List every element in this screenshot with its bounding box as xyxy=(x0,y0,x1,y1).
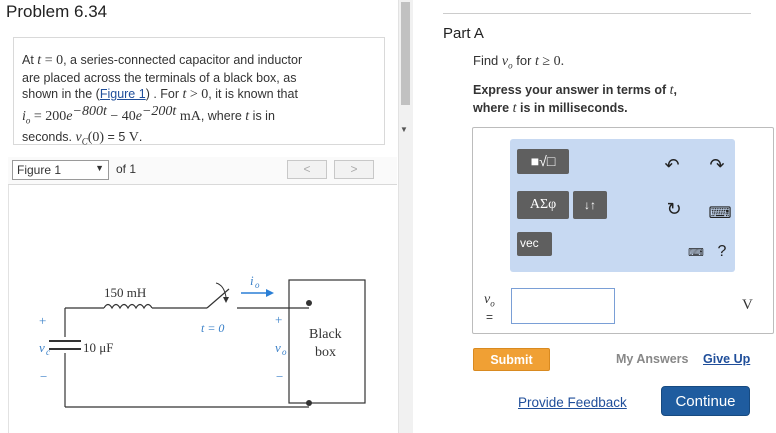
problem-title: Problem 6.34 xyxy=(6,2,108,21)
vc-plus: + xyxy=(39,313,46,328)
unit: V xyxy=(128,129,139,145)
vo-plus: + xyxy=(275,312,282,327)
text: At xyxy=(22,53,38,67)
undo-icon[interactable]: ↶ xyxy=(660,155,684,176)
text: , it is known that xyxy=(208,87,298,101)
math: ≥ 0. xyxy=(538,54,565,69)
unit-label: V xyxy=(742,297,753,313)
text: , xyxy=(673,83,677,97)
text: is in xyxy=(249,108,275,123)
exponent: −800t xyxy=(72,103,107,119)
question-text: Find vo for t ≥ 0. xyxy=(473,53,564,71)
help-icon[interactable]: ? xyxy=(712,243,732,261)
give-up-link[interactable]: Give Up xyxy=(703,352,750,366)
text: , a series-connected capacitor and induc… xyxy=(63,53,303,67)
box-label-line1: Black xyxy=(309,327,342,342)
figure-nav-bar: Figure 1 ▼ of 1 < > xyxy=(8,157,397,185)
greek-button[interactable]: ΑΣφ xyxy=(517,191,569,219)
chevron-down-icon: ▼ xyxy=(95,163,104,173)
vec-button[interactable]: vec xyxy=(517,232,552,256)
submit-button[interactable]: Submit xyxy=(473,348,550,371)
text: are placed across the terminals of a bla… xyxy=(22,70,297,85)
next-figure-button[interactable]: > xyxy=(334,160,374,179)
math: − 40 xyxy=(106,108,136,124)
capacitor-label: 10 μF xyxy=(83,340,113,355)
switch-time-label: t = 0 xyxy=(201,321,224,335)
inductor xyxy=(103,303,153,310)
terminal-dot xyxy=(306,400,312,406)
figure-select-value: Figure 1 xyxy=(17,163,62,177)
reset-icon[interactable]: ↻ xyxy=(662,199,686,220)
template-button[interactable]: ■√□ xyxy=(517,149,569,174)
redo-icon[interactable]: ↷ xyxy=(705,155,729,176)
math: > 0 xyxy=(186,87,209,102)
text: , where xyxy=(200,108,246,123)
keyboard-icon[interactable]: ⌨ xyxy=(708,203,732,223)
circuit-diagram: 150 mH 10 μF + v c − t = 0 i o + v o − B… xyxy=(39,273,366,408)
vc-minus: − xyxy=(40,369,47,384)
exponent: −200t xyxy=(141,103,177,119)
answer-instructions: Express your answer in terms of t, where… xyxy=(473,82,753,117)
vo-label: v xyxy=(275,340,281,355)
vo-sub: o xyxy=(282,347,287,357)
figure-count: of 1 xyxy=(116,162,137,176)
text: for xyxy=(512,53,536,68)
text: Find xyxy=(473,53,502,68)
my-answers-link[interactable]: My Answers xyxy=(616,352,688,366)
prev-figure-button[interactable]: < xyxy=(287,160,327,179)
text: . xyxy=(138,129,143,144)
math: (0) xyxy=(87,129,105,145)
answer-input[interactable] xyxy=(511,288,615,324)
switch-arrow xyxy=(215,282,227,298)
math: = 200 xyxy=(30,108,67,124)
subscript-button[interactable]: ↓↑ xyxy=(573,191,607,219)
shortcuts-icon[interactable]: ⌨ xyxy=(688,246,704,259)
part-title: Part A xyxy=(443,25,484,42)
io-label: i xyxy=(250,273,254,288)
unit: mA xyxy=(176,108,201,124)
answer-variable-label: vo = xyxy=(484,291,495,324)
io-sub: o xyxy=(255,280,260,290)
text: = 5 xyxy=(104,129,129,144)
switch-arrowhead xyxy=(223,297,229,303)
terminal-dot xyxy=(306,300,312,306)
continue-button[interactable]: Continue xyxy=(661,386,750,416)
vo-minus: − xyxy=(276,369,283,384)
vc-label: v xyxy=(39,340,45,355)
math-toolbar: ■√□ ΑΣφ ↓↑ vec ↶ ↷ ↻ ⌨ ⌨ ? xyxy=(510,139,735,272)
provide-feedback-link[interactable]: Provide Feedback xyxy=(518,395,627,410)
divider xyxy=(443,13,751,14)
figure-link[interactable]: Figure 1 xyxy=(100,87,146,101)
problem-statement-box: At t = 0, a series-connected capacitor a… xyxy=(13,37,385,146)
text: shown in the ( xyxy=(22,87,100,101)
vo-sub: o xyxy=(490,298,495,309)
text: where xyxy=(473,100,513,115)
current-arrowhead xyxy=(266,289,274,297)
box-label-line2: box xyxy=(315,345,336,360)
text: is in milliseconds. xyxy=(516,100,628,115)
scroll-down-icon[interactable]: ▼ xyxy=(400,125,408,134)
figure-select[interactable]: Figure 1 ▼ xyxy=(12,160,109,180)
equals-sign: = xyxy=(486,309,494,324)
text: ) . For xyxy=(145,87,183,101)
inductor-label: 150 mH xyxy=(104,285,146,300)
text: seconds. xyxy=(22,129,76,144)
figure-area: 150 mH 10 μF + v c − t = 0 i o + v o − B… xyxy=(8,185,399,433)
problem-text: At t = 0, a series-connected capacitor a… xyxy=(22,52,378,150)
vc-sub: c xyxy=(46,347,50,357)
math: = 0 xyxy=(41,53,64,68)
scrollbar-thumb[interactable] xyxy=(401,2,410,105)
text: Express your answer in terms of xyxy=(473,83,670,97)
